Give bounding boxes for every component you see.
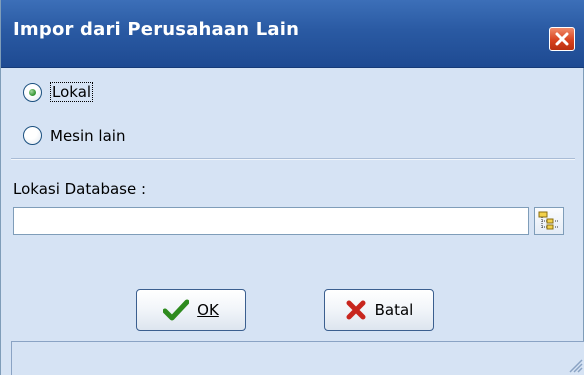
import-dialog: Impor dari Perusahaan Lain Lokal Mesin l…	[0, 0, 584, 375]
radio-mesin-lain[interactable]: Mesin lain	[23, 126, 125, 145]
radio-selected-dot	[29, 88, 36, 96]
radio-lokal-label[interactable]: Lokal	[50, 82, 94, 102]
radio-mesin-lain-label[interactable]: Mesin lain	[50, 127, 125, 145]
database-location-label: Lokasi Database :	[13, 180, 147, 198]
radio-mesin-lain-button[interactable]	[23, 126, 42, 145]
browse-button[interactable]	[534, 207, 564, 235]
ok-button[interactable]: OK	[136, 289, 246, 331]
cancel-x-icon	[346, 300, 366, 320]
ok-button-label: OK	[197, 301, 219, 319]
cancel-button-label: Batal	[374, 301, 414, 319]
status-bar	[11, 341, 584, 375]
radio-lokal-button[interactable]	[23, 82, 42, 102]
separator	[11, 158, 575, 160]
close-button[interactable]	[549, 27, 575, 51]
title-bar[interactable]: Impor dari Perusahaan Lain	[1, 0, 584, 68]
checkmark-icon	[163, 299, 190, 321]
cancel-button[interactable]: Batal	[324, 289, 434, 331]
resize-grip-icon[interactable]	[567, 357, 583, 373]
database-location-input[interactable]	[13, 207, 529, 235]
radio-lokal[interactable]: Lokal	[23, 82, 94, 102]
folder-tree-icon	[538, 211, 559, 230]
window-title: Impor dari Perusahaan Lain	[13, 19, 300, 40]
close-icon	[555, 32, 569, 46]
